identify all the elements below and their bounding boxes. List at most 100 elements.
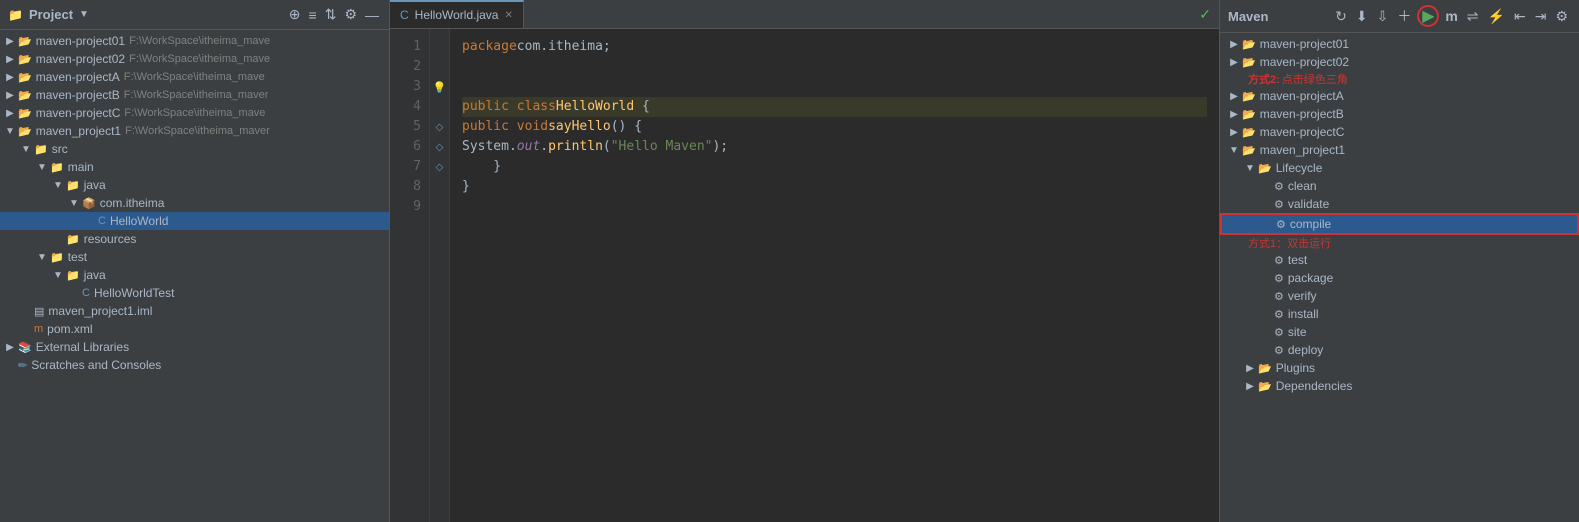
maven-lightning-icon[interactable]: ⚡: [1485, 6, 1508, 27]
collapse-icon[interactable]: ≡: [307, 5, 319, 25]
maven-toolbar: ↻ ⬇ ⇩ ＋ ▶ m ⇌ ⚡ ⇤ ⇥ ⚙: [1332, 4, 1571, 28]
tree-label: maven_project1: [36, 124, 121, 138]
gutter-item-1: [432, 37, 447, 57]
code-line-8: }: [462, 177, 1207, 197]
maven-item-label: validate: [1288, 197, 1329, 211]
project-tree-item-main[interactable]: ▼ 📁 main: [0, 158, 389, 176]
tree-label: java: [84, 268, 106, 282]
project-tree-item-maven-project02[interactable]: ▶ 📂 maven-project02 F:\WorkSpace\itheima…: [0, 50, 389, 68]
maven-tree-item-mp01[interactable]: ▶ 📂 maven-project01: [1220, 35, 1579, 53]
maven-align-right-icon[interactable]: ⇥: [1532, 6, 1550, 27]
project-tree-item-resources[interactable]: 📁 resources: [0, 230, 389, 248]
tree-label: External Libraries: [36, 340, 129, 354]
tree-arrow: ▼: [4, 126, 16, 137]
tree-label: HelloWorld: [110, 214, 168, 228]
project-tree-item-pom.xml[interactable]: m pom.xml: [0, 320, 389, 338]
maven-tree-item-site[interactable]: ⚙ site: [1220, 323, 1579, 341]
tree-arrow: ▼: [68, 198, 80, 209]
locate-icon[interactable]: ⊕: [287, 4, 303, 25]
maven-refresh-icon[interactable]: ↻: [1332, 6, 1350, 27]
project-tree-item-HelloWorld[interactable]: C HelloWorld: [0, 212, 389, 230]
maven-tree-item-verify[interactable]: ⚙ verify: [1220, 287, 1579, 305]
tree-icon-folder: 📁: [50, 161, 64, 174]
maven-tree-item-install[interactable]: ⚙ install: [1220, 305, 1579, 323]
tree-icon-folder: 📁: [50, 251, 64, 264]
maven-tree-item-validate[interactable]: ⚙ validate: [1220, 195, 1579, 213]
project-tree-item-maven-project01[interactable]: ▶ 📂 maven-project01 F:\WorkSpace\itheima…: [0, 32, 389, 50]
gutter-item-8: [432, 177, 447, 197]
tree-arrow: ▶: [4, 90, 16, 101]
code-editor[interactable]: package com.itheima;public class HelloWo…: [450, 29, 1219, 522]
maven-tree-item-mp1[interactable]: ▼ 📂 maven_project1: [1220, 141, 1579, 159]
tree-icon-folder: 📁: [66, 233, 80, 246]
maven-m-icon[interactable]: m: [1442, 6, 1460, 26]
maven-tree-item-plugins[interactable]: ▶ 📂 Plugins: [1220, 359, 1579, 377]
code-line-7: }: [462, 157, 1207, 177]
maven-item-label: package: [1288, 271, 1333, 285]
project-folder-icon: 📁: [8, 8, 23, 22]
project-tree-item-External Libraries[interactable]: ▶ 📚 External Libraries: [0, 338, 389, 356]
maven-tree-item-compile[interactable]: ⚙ compile: [1220, 213, 1579, 235]
annotation1-text: 方式1：双击运行: [1248, 235, 1331, 251]
project-tree-item-Scratches and Consoles[interactable]: ✏ Scratches and Consoles: [0, 356, 389, 374]
tab-helloworld-java[interactable]: C HelloWorld.java ✕: [390, 0, 524, 28]
maven-add-icon[interactable]: ＋: [1394, 4, 1414, 28]
project-tree-item-maven-projectC[interactable]: ▶ 📂 maven-projectC F:\WorkSpace\itheima_…: [0, 104, 389, 122]
annotation-method2: 方式2: 点击绿色三角: [1240, 71, 1579, 87]
close-panel-icon[interactable]: —: [363, 5, 381, 25]
maven-tree-item-test[interactable]: ⚙ test: [1220, 251, 1579, 269]
maven-tree-item-mpA[interactable]: ▶ 📂 maven-projectA: [1220, 87, 1579, 105]
tree-icon-project: 📂: [18, 71, 32, 84]
maven-item-label: Plugins: [1276, 361, 1315, 375]
tree-icon-folder: 📁: [66, 179, 80, 192]
project-tree-item-com.itheima[interactable]: ▼ 📦 com.itheima: [0, 194, 389, 212]
maven-skip-tests-icon[interactable]: ⇌: [1464, 6, 1482, 27]
maven-tree-item-mpC[interactable]: ▶ 📂 maven-projectC: [1220, 123, 1579, 141]
maven-icon-gear: ⚙: [1274, 272, 1284, 285]
project-tree-item-java[interactable]: ▼ 📁 java: [0, 176, 389, 194]
project-tree-item-test[interactable]: ▼ 📁 test: [0, 248, 389, 266]
tree-arrow: ▶: [4, 54, 16, 65]
tab-close-icon[interactable]: ✕: [504, 10, 512, 21]
sort-icon[interactable]: ⇅: [323, 4, 339, 25]
tree-arrow: ▶: [4, 342, 16, 353]
maven-tree-item-clean[interactable]: ⚙ clean: [1220, 177, 1579, 195]
maven-tree-item-dependencies[interactable]: ▶ 📂 Dependencies: [1220, 377, 1579, 395]
project-tree-item-maven_project1.iml[interactable]: ▤ maven_project1.iml: [0, 302, 389, 320]
code-line-4: public class HelloWorld {: [462, 97, 1207, 117]
tree-label: HelloWorldTest: [94, 286, 174, 300]
maven-align-left-icon[interactable]: ⇤: [1511, 6, 1529, 27]
java-file-icon: C: [400, 8, 409, 22]
project-tree-item-HelloWorldTest[interactable]: C HelloWorldTest: [0, 284, 389, 302]
maven-import-icon[interactable]: ⇩: [1374, 6, 1392, 27]
gutter-item-9: [432, 197, 447, 217]
annotation2-text: 点击绿色三角: [1282, 71, 1348, 87]
maven-run-button[interactable]: ▶: [1417, 5, 1439, 27]
line-number-3: 3: [398, 77, 421, 97]
maven-item-label: deploy: [1288, 343, 1323, 357]
project-dropdown-arrow[interactable]: ▼: [79, 9, 89, 20]
maven-tree-item-lifecycle[interactable]: ▼ 📂 Lifecycle: [1220, 159, 1579, 177]
maven-tree-item-package[interactable]: ⚙ package: [1220, 269, 1579, 287]
maven-download-icon[interactable]: ⬇: [1353, 6, 1371, 27]
tree-label: maven-project02: [36, 52, 125, 66]
project-tree-item-src[interactable]: ▼ 📁 src: [0, 140, 389, 158]
maven-icon-gear: ⚙: [1274, 198, 1284, 211]
maven-icon-gear: ⚙: [1274, 290, 1284, 303]
maven-item-label: test: [1288, 253, 1307, 267]
project-tree-item-maven-projectB[interactable]: ▶ 📂 maven-projectB F:\WorkSpace\itheima_…: [0, 86, 389, 104]
tree-icon-project: 📂: [18, 107, 32, 120]
maven-tree-item-deploy[interactable]: ⚙ deploy: [1220, 341, 1579, 359]
tree-icon-folder: 📁: [66, 269, 80, 282]
maven-tree-item-mpB[interactable]: ▶ 📂 maven-projectB: [1220, 105, 1579, 123]
project-tree-item-maven_project1[interactable]: ▼ 📂 maven_project1 F:\WorkSpace\itheima_…: [0, 122, 389, 140]
maven-tree-item-mp02[interactable]: ▶ 📂 maven-project02: [1220, 53, 1579, 71]
maven-item-label: clean: [1288, 179, 1317, 193]
maven-settings-icon[interactable]: ⚙: [1552, 6, 1571, 27]
maven-arrow: ▶: [1244, 363, 1256, 374]
maven-item-label: maven-projectA: [1260, 89, 1344, 103]
project-tree-item-test-java[interactable]: ▼ 📁 java: [0, 266, 389, 284]
line-number-5: 5: [398, 117, 421, 137]
project-tree-item-maven-projectA[interactable]: ▶ 📂 maven-projectA F:\WorkSpace\itheima_…: [0, 68, 389, 86]
settings-icon[interactable]: ⚙: [342, 4, 359, 25]
